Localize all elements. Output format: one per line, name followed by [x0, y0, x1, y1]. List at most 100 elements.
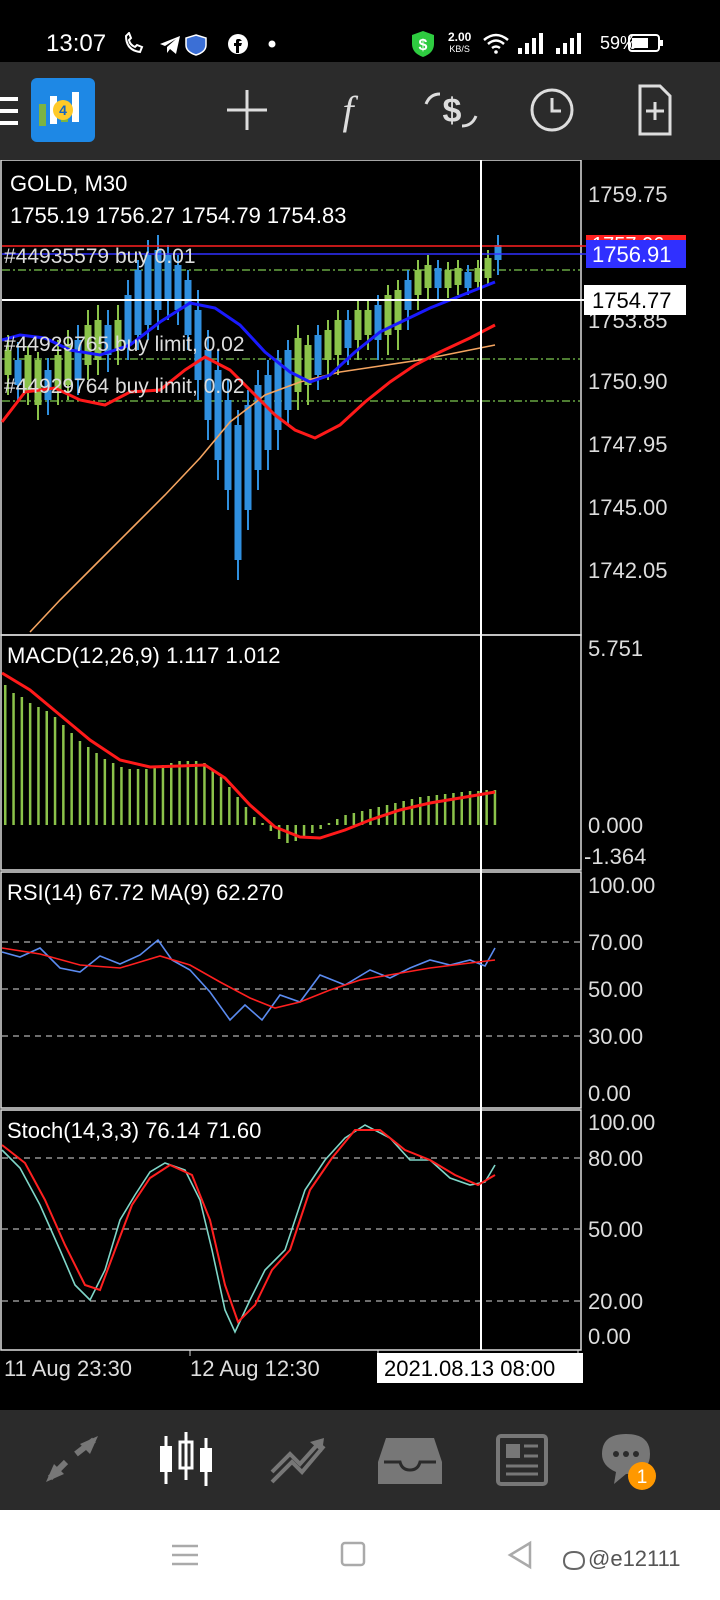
rsi-tick: 50.00 — [588, 977, 643, 1002]
network-speed: 2.00 KB/S — [448, 31, 471, 55]
macd-bar — [45, 711, 48, 825]
time-tick: 12 Aug 12:30 — [190, 1356, 320, 1381]
messages-icon[interactable]: 1 — [596, 1428, 676, 1492]
recents-menu-icon[interactable] — [168, 1538, 202, 1572]
candle-body — [134, 270, 142, 335]
stoch-tick: 50.00 — [588, 1217, 643, 1242]
symbol-period-label: GOLD, M30 — [10, 171, 127, 196]
crosshair-icon[interactable] — [207, 70, 287, 150]
toolbar: 4 f $ — [0, 62, 720, 160]
macd-bar — [111, 763, 115, 825]
menu-icon[interactable] — [0, 93, 22, 129]
candle-body — [444, 270, 452, 288]
price-tick: 1750.90 — [588, 369, 668, 394]
facebook-icon — [228, 34, 248, 54]
macd-bar — [369, 809, 372, 825]
macd-bar — [194, 761, 198, 825]
watermark-text: @e12111 — [588, 1546, 681, 1571]
candle-body — [234, 425, 242, 560]
candle-body — [414, 270, 422, 295]
price-tick: 1747.95 — [588, 432, 668, 457]
macd-bar — [319, 825, 322, 829]
bottom-nav: 1 — [0, 1410, 720, 1510]
money-shield-icon: $ — [412, 31, 434, 57]
macd-label: MACD(12,26,9) 1.117 1.012 — [7, 643, 281, 668]
stoch-axis: 100.00 80.00 50.00 20.00 0.00 — [588, 1110, 655, 1349]
svg-text:4: 4 — [59, 102, 67, 118]
macd-axis: 5.751 0.000 -1.364 — [584, 636, 646, 869]
trade-icon[interactable] — [262, 1428, 334, 1492]
macd-bar — [120, 767, 123, 825]
macd-bar — [4, 685, 7, 825]
macd-bar — [253, 817, 256, 825]
macd-bar — [261, 823, 264, 825]
macd-bar — [62, 725, 65, 825]
rsi-line — [1, 938, 496, 1022]
app-logo-icon[interactable]: 4 — [31, 78, 95, 142]
chart-area[interactable]: GOLD, M30 1755.19 1756.27 1754.79 1754.8… — [0, 160, 720, 1410]
telegram-icon — [160, 36, 180, 54]
macd-bar — [203, 763, 206, 825]
macd-bar — [244, 807, 248, 825]
macd-bar — [302, 825, 306, 837]
macd-bar — [37, 707, 40, 825]
macd-bar — [95, 753, 98, 825]
system-nav-bar: @e12111 — [0, 1510, 720, 1600]
macd-bar — [344, 815, 347, 825]
svg-text:f: f — [342, 88, 358, 133]
quotes-icon[interactable] — [36, 1428, 108, 1492]
bid-price-text: 1756.91 — [592, 242, 672, 267]
period-clock-icon[interactable] — [512, 70, 592, 150]
rsi-axis: 100.00 70.00 50.00 30.00 0.00 — [588, 873, 655, 1106]
candle-body — [354, 310, 362, 340]
rsi-label: RSI(14) 67.72 MA(9) 62.270 — [7, 880, 283, 905]
macd-bar — [336, 819, 339, 825]
symbols-icon[interactable]: $ — [410, 70, 490, 150]
macd-bar — [394, 803, 397, 825]
candle-body — [364, 310, 372, 335]
macd-bar — [70, 733, 73, 825]
price-tick: 1745.00 — [588, 495, 668, 520]
wifi-icon — [483, 33, 509, 54]
news-icon[interactable] — [486, 1428, 558, 1492]
candle-body — [224, 400, 232, 490]
candle-body — [454, 268, 462, 285]
history-icon[interactable] — [374, 1428, 446, 1492]
new-order-icon[interactable] — [614, 70, 694, 150]
macd-bar — [136, 769, 140, 825]
badge-count: 1 — [637, 1467, 648, 1488]
network-speed-unit: KB/S — [449, 44, 470, 54]
macd-bar — [178, 761, 181, 825]
function-icon[interactable]: f — [308, 70, 388, 150]
stoch-tick: 20.00 — [588, 1289, 643, 1314]
macd-bar — [286, 825, 289, 843]
macd-tick: 0.000 — [588, 813, 643, 838]
cell-signal-1-icon — [518, 33, 543, 54]
chart-icon[interactable] — [150, 1428, 222, 1492]
price-tick: 1759.75 — [588, 182, 668, 207]
home-square-icon[interactable] — [337, 1538, 371, 1572]
macd-bar — [128, 769, 131, 825]
chart-canvas[interactable]: GOLD, M30 1755.19 1756.27 1754.79 1754.8… — [0, 160, 720, 1410]
order-label-1: #44935579 buy 0.01 — [4, 245, 196, 268]
macd-histogram — [4, 685, 497, 843]
macd-bar — [78, 741, 82, 825]
rsi-ma-line — [1, 947, 496, 1009]
candle-body — [334, 320, 342, 355]
rsi-tick: 70.00 — [588, 930, 643, 955]
macd-bar — [12, 693, 15, 825]
rsi-panel-border — [0, 871, 582, 1109]
back-triangle-icon[interactable] — [504, 1538, 538, 1572]
candlestick-series — [4, 235, 502, 580]
candle-body — [284, 350, 292, 410]
shield-app-icon — [185, 34, 207, 56]
candle-body — [424, 265, 432, 288]
time-tick: 11 Aug 23:30 — [4, 1356, 132, 1381]
candle-body — [484, 258, 492, 278]
status-time: 13:07 — [46, 30, 107, 57]
svg-text:$: $ — [419, 37, 428, 54]
rsi-tick: 30.00 — [588, 1024, 643, 1049]
candle-body — [324, 330, 332, 360]
candle-body — [434, 268, 442, 288]
price-tick: 1742.05 — [588, 558, 668, 583]
